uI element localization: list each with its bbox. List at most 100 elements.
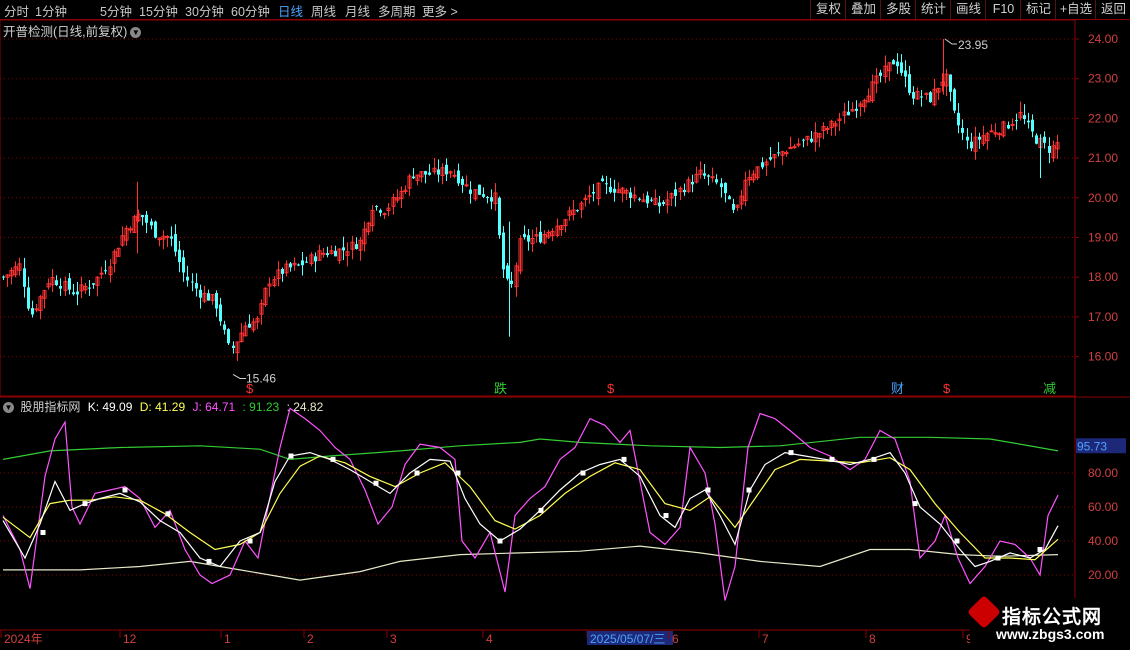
candle-body <box>788 147 793 150</box>
candle-body <box>829 120 834 128</box>
lower-band-value: : 24.82 <box>286 400 324 414</box>
statistics-button[interactable]: 统计 <box>915 0 951 19</box>
candle-body <box>469 189 472 194</box>
candle-body <box>199 289 202 298</box>
candle-body <box>235 341 240 354</box>
candle-body <box>457 170 460 184</box>
period-tab-15min[interactable]: 15分钟 <box>139 1 178 20</box>
candle-body <box>358 239 363 251</box>
signal-marker <box>455 470 461 476</box>
candle-body <box>883 65 888 78</box>
candle-body <box>904 70 907 77</box>
signal-marker <box>206 558 212 564</box>
candle-body <box>837 118 842 122</box>
candle-body <box>486 197 489 199</box>
candle-body <box>609 186 612 193</box>
lower-band-line <box>3 545 1059 581</box>
candle-body <box>850 109 855 112</box>
candle-body <box>1010 123 1015 126</box>
candle-body <box>821 126 826 131</box>
period-tab-multi[interactable]: 多周期 <box>378 1 416 20</box>
signal-marker <box>995 555 1001 561</box>
chevron-down-icon[interactable]: ▼ <box>130 27 142 39</box>
candle-body <box>432 167 437 173</box>
price-tick-label: 20.00 <box>1088 191 1118 205</box>
candle-body <box>68 278 71 290</box>
candle-body <box>632 194 637 199</box>
mark-button[interactable]: 标记 <box>1020 0 1056 19</box>
period-tab-weekly[interactable]: 周线 <box>311 1 336 20</box>
candle-body <box>707 175 710 177</box>
candle-body <box>382 213 387 216</box>
candle-body <box>215 292 218 309</box>
candle-body <box>966 136 969 141</box>
candle-body <box>944 73 949 87</box>
candle-body <box>957 112 960 126</box>
period-tab-more[interactable]: 更多 > <box>422 1 458 20</box>
chevron-down-icon[interactable]: ▼ <box>3 402 14 414</box>
restore-rights-button[interactable]: 复权 <box>810 0 846 19</box>
candle-body <box>747 176 752 181</box>
candle-body <box>366 222 371 233</box>
date-highlight-box <box>587 631 673 645</box>
candle-body <box>289 263 292 268</box>
x-tick-label: 7 <box>762 632 769 646</box>
candle-body <box>150 221 153 226</box>
candle-body <box>1001 121 1006 137</box>
candle-body <box>527 235 530 242</box>
draw-line-button[interactable]: 画线 <box>950 0 986 19</box>
period-tab-fenshi[interactable]: 分时 <box>4 1 29 20</box>
x-tick-label: 2024年 <box>4 632 43 646</box>
period-tab-monthly[interactable]: 月线 <box>345 1 370 20</box>
signal-marker <box>1037 547 1043 552</box>
candle-body <box>805 135 810 140</box>
candle-body <box>596 182 601 199</box>
signal-marker <box>288 453 294 459</box>
candle-body <box>55 280 58 286</box>
back-button[interactable]: 返回 <box>1095 0 1130 19</box>
x-tick-label: 2 <box>307 632 314 646</box>
candle-body <box>772 154 777 159</box>
candle-body <box>99 272 104 275</box>
candle-body <box>847 111 850 116</box>
multi-stock-button[interactable]: 多股 <box>880 0 916 19</box>
candle-body <box>743 179 748 202</box>
f10-button[interactable]: F10 <box>985 0 1021 19</box>
candle-body <box>900 62 903 73</box>
candle-body <box>985 133 990 142</box>
candle-body <box>715 179 718 183</box>
candle-body <box>326 253 329 256</box>
period-tab-daily[interactable]: 日线 <box>278 1 303 20</box>
candle-body <box>703 173 706 176</box>
period-tab-1min[interactable]: 1分钟 <box>35 1 67 20</box>
overlay-button[interactable]: 叠加 <box>845 0 881 19</box>
candle-body <box>370 209 375 227</box>
x-tick-label: 12 <box>123 632 137 646</box>
candle-body <box>419 171 424 178</box>
candle-body <box>284 263 289 274</box>
candle-body <box>710 176 715 179</box>
period-tab-30min[interactable]: 30分钟 <box>185 1 224 20</box>
candle-body <box>174 234 177 252</box>
price-tick-label: 17.00 <box>1088 310 1118 324</box>
candle-body <box>2 276 5 278</box>
ind-tick-label: 80.00 <box>1088 466 1118 480</box>
candle-body <box>223 324 226 330</box>
candle-body <box>646 195 649 204</box>
candle-body <box>170 236 173 239</box>
candle-body <box>732 203 735 210</box>
candle-body <box>1023 115 1026 120</box>
period-tab-60min[interactable]: 60分钟 <box>231 1 270 20</box>
candle-body <box>461 178 464 185</box>
candle-body <box>350 241 355 250</box>
x-tick-label: 3 <box>390 632 397 646</box>
candle-body <box>263 287 268 305</box>
candle-body <box>961 127 964 133</box>
candle-body <box>1027 120 1030 123</box>
period-tab-5min[interactable]: 5分钟 <box>100 1 132 20</box>
candle-body <box>546 231 551 238</box>
candle-body <box>539 231 542 243</box>
candle-body <box>518 238 523 272</box>
add-watchlist-button[interactable]: +自选 <box>1055 0 1096 19</box>
price-tick-label: 19.00 <box>1088 231 1118 245</box>
